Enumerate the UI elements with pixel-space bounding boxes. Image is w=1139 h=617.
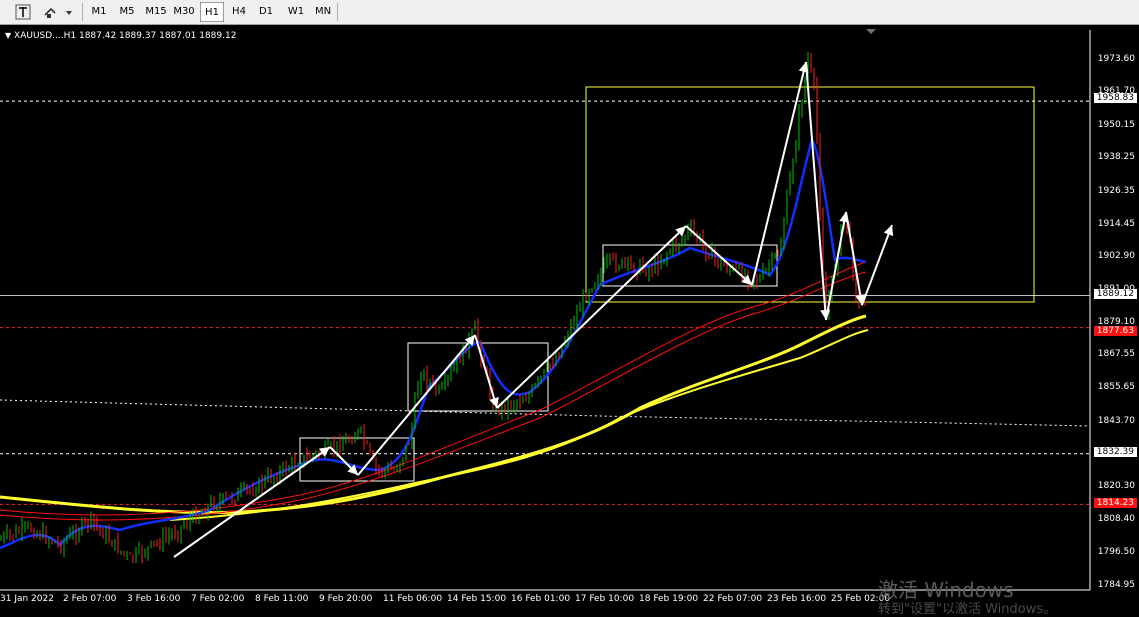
time-label: 9 Feb 20:00 — [319, 594, 373, 604]
drawing-tools-icon[interactable] — [42, 2, 74, 22]
level-label-1877: 1877.63 — [1093, 326, 1137, 336]
trend-dotted-line — [0, 399, 1091, 427]
price-label: 1784.95 — [1097, 580, 1135, 590]
time-label: 31 Jan 2022 — [0, 594, 54, 604]
tf-m1[interactable]: M1 — [87, 2, 111, 22]
time-label: 22 Feb 07:00 — [703, 594, 763, 604]
price-label: 1855.65 — [1097, 382, 1135, 392]
price-label: 1950.15 — [1097, 120, 1135, 130]
tf-d1[interactable]: D1 — [254, 2, 278, 22]
tf-mn[interactable]: MN — [310, 2, 336, 22]
current-price-label: 1889.12 — [1093, 289, 1137, 299]
pattern-boxes — [299, 86, 1035, 482]
price-label: 1973.60 — [1097, 54, 1135, 64]
toolbar-separator — [82, 3, 83, 21]
price-label: 1926.35 — [1097, 186, 1135, 196]
price-label: 1867.55 — [1097, 349, 1135, 359]
trend-arrow-head — [318, 447, 330, 457]
price-label: 1914.45 — [1097, 219, 1135, 229]
ma-blue — [0, 137, 867, 550]
trend-arrow-line — [861, 224, 893, 306]
timeframe-toolbar: M1 M5 M15 M30 H1 H4 D1 W1 MN — [0, 0, 1139, 25]
time-label: 2 Feb 07:00 — [63, 594, 117, 604]
moving-averages — [0, 137, 869, 550]
horizontal-levels — [0, 100, 1091, 505]
level-label-1814: 1814.23 — [1093, 498, 1137, 508]
ma-red-1 — [0, 261, 867, 516]
ma-red-2 — [0, 271, 867, 521]
time-label: 14 Feb 15:00 — [447, 594, 507, 604]
level-label-1832: 1832.39 — [1093, 447, 1137, 457]
time-label: 7 Feb 02:00 — [191, 594, 245, 604]
time-label: 11 Feb 06:00 — [383, 594, 443, 604]
time-label: 8 Feb 11:00 — [255, 594, 309, 604]
symbol-info: ▼ XAUUSD....H1 1887.42 1889.37 1887.01 1… — [5, 31, 236, 41]
candlesticks — [0, 51, 866, 564]
price-label: 1808.40 — [1097, 514, 1135, 524]
price-label: 1938.25 — [1097, 152, 1135, 162]
trend-arrow-line — [685, 225, 753, 286]
chart-shift-icon — [866, 29, 876, 34]
tf-m5[interactable]: M5 — [115, 2, 139, 22]
tf-h1[interactable]: H1 — [200, 2, 224, 22]
symbol-ohlc-text: XAUUSD....H1 1887.42 1889.37 1887.01 188… — [14, 31, 237, 41]
tf-m30[interactable]: M30 — [171, 2, 197, 22]
toolbar-separator — [337, 3, 338, 21]
ma-yellow-thin — [169, 329, 869, 521]
time-label: 17 Feb 10:00 — [575, 594, 635, 604]
price-label: 1820.30 — [1097, 481, 1135, 491]
consolidation-box-2 — [407, 342, 549, 412]
trend-arrow-line — [173, 446, 331, 558]
crosshair-icon[interactable] — [14, 2, 32, 22]
time-label: 18 Feb 19:00 — [639, 594, 699, 604]
price-label: 1796.50 — [1097, 547, 1135, 557]
price-chart[interactable] — [0, 25, 1139, 611]
level-label-1958: 1958.83 — [1093, 93, 1137, 103]
tf-h4[interactable]: H4 — [227, 2, 251, 22]
time-label: 3 Feb 16:00 — [127, 594, 181, 604]
trend-arrow-line — [496, 225, 687, 409]
symbol-dropdown-icon[interactable]: ▼ — [5, 31, 11, 40]
ma-yellow-thick — [0, 314, 867, 515]
time-label: 16 Feb 01:00 — [511, 594, 571, 604]
tf-m15[interactable]: M15 — [142, 2, 170, 22]
chart-canvas[interactable] — [0, 25, 1139, 611]
price-label: 1843.70 — [1097, 416, 1135, 426]
trend-arrow-line — [751, 61, 807, 286]
price-label: 1902.90 — [1097, 251, 1135, 261]
tf-w1[interactable]: W1 — [284, 2, 308, 22]
windows-activation-subtext: 转到"设置"以激活 Windows。 — [878, 602, 1057, 617]
time-label: 23 Feb 16:00 — [767, 594, 827, 604]
trend-arrows — [173, 61, 894, 558]
